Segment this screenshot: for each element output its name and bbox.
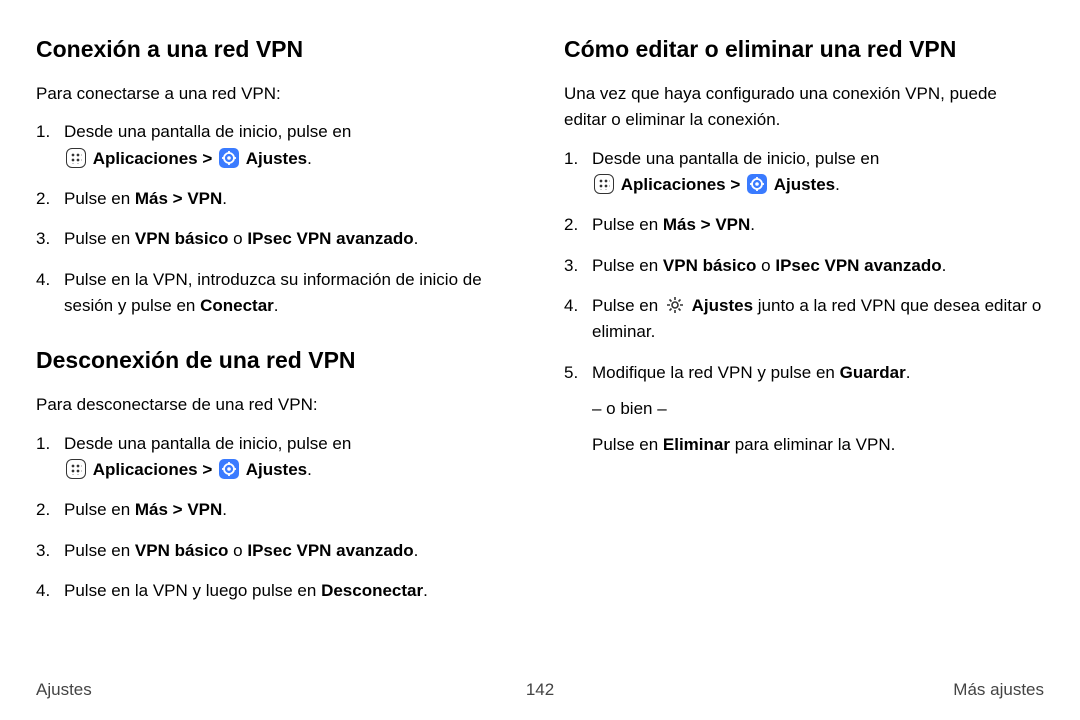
step-text: Pulse en — [64, 500, 135, 519]
steps-edit-delete-vpn: Desde una pantalla de inicio, pulse en A… — [564, 146, 1044, 459]
step-text: Desde una pantalla de inicio, pulse en — [592, 149, 879, 168]
step-text: Pulse en — [592, 435, 663, 454]
apps-icon — [66, 148, 86, 168]
step-3: Pulse en VPN básico o IPsec VPN avanzado… — [36, 226, 516, 252]
settings-label: Ajustes — [246, 460, 307, 479]
intro-connect-vpn: Para conectarse a una red VPN: — [36, 81, 516, 107]
step-1: Desde una pantalla de inicio, pulse en A… — [564, 146, 1044, 199]
separator: > — [198, 149, 217, 168]
step-1: Desde una pantalla de inicio, pulse en A… — [36, 119, 516, 172]
bold-text: Más > VPN — [135, 500, 222, 519]
step-1: Desde una pantalla de inicio, pulse en A… — [36, 431, 516, 484]
step-text: Pulse en la VPN y luego pulse en — [64, 581, 321, 600]
step-4: Pulse en Ajustes junto a la red VPN que … — [564, 293, 1044, 346]
step-text: o — [756, 256, 775, 275]
heading-connect-vpn: Conexión a una red VPN — [36, 36, 516, 63]
bold-text: Guardar — [840, 363, 906, 382]
heading-edit-delete-vpn: Cómo editar o eliminar una red VPN — [564, 36, 1044, 63]
left-column: Conexión a una red VPN Para conectarse a… — [36, 36, 516, 618]
apps-label: Aplicaciones — [93, 460, 198, 479]
apps-label: Aplicaciones — [93, 149, 198, 168]
period: . — [307, 149, 312, 168]
period: . — [906, 363, 911, 382]
step-text: Pulse en — [64, 541, 135, 560]
step-text: Desde una pantalla de inicio, pulse en — [64, 434, 351, 453]
settings-label: Ajustes — [246, 149, 307, 168]
step-text: Pulse en — [592, 256, 663, 275]
step-text: Pulse en — [64, 189, 135, 208]
bold-text: Más > VPN — [135, 189, 222, 208]
step-3: Pulse en VPN básico o IPsec VPN avanzado… — [564, 253, 1044, 279]
step-text: Desde una pantalla de inicio, pulse en — [64, 122, 351, 141]
step-2: Pulse en Más > VPN. — [36, 186, 516, 212]
settings-label: Ajustes — [774, 175, 835, 194]
step-2: Pulse en Más > VPN. — [564, 212, 1044, 238]
settings-icon — [219, 148, 239, 168]
intro-disconnect-vpn: Para desconectarse de una red VPN: — [36, 392, 516, 418]
bold-text: IPsec VPN avanzado — [247, 229, 413, 248]
step-3: Pulse en VPN básico o IPsec VPN avanzado… — [36, 538, 516, 564]
period: . — [942, 256, 947, 275]
bold-text: VPN básico — [135, 541, 229, 560]
apps-icon — [66, 459, 86, 479]
bold-text: Eliminar — [663, 435, 730, 454]
heading-disconnect-vpn: Desconexión de una red VPN — [36, 347, 516, 374]
page-number: 142 — [36, 680, 1044, 700]
period: . — [307, 460, 312, 479]
alt-instruction: Pulse en Eliminar para eliminar la VPN. — [592, 432, 1044, 458]
period: . — [750, 215, 755, 234]
step-text: o — [228, 541, 247, 560]
settings-icon — [747, 174, 767, 194]
period: . — [274, 296, 279, 315]
gear-icon — [665, 295, 685, 315]
step-5: Modifique la red VPN y pulse en Guardar.… — [564, 360, 1044, 459]
period: . — [222, 500, 227, 519]
step-2: Pulse en Más > VPN. — [36, 497, 516, 523]
period: . — [414, 229, 419, 248]
bold-text: VPN básico — [135, 229, 229, 248]
step-4: Pulse en la VPN, introduzca su informaci… — [36, 267, 516, 320]
step-text: o — [228, 229, 247, 248]
bold-text: IPsec VPN avanzado — [775, 256, 941, 275]
period: . — [414, 541, 419, 560]
step-text: para eliminar la VPN. — [730, 435, 895, 454]
steps-disconnect-vpn: Desde una pantalla de inicio, pulse en A… — [36, 431, 516, 605]
two-column-layout: Conexión a una red VPN Para conectarse a… — [36, 36, 1044, 618]
separator: > — [198, 460, 217, 479]
manual-page: Conexión a una red VPN Para conectarse a… — [0, 0, 1080, 720]
period: . — [222, 189, 227, 208]
settings-icon — [219, 459, 239, 479]
page-footer: Ajustes 142 Más ajustes — [36, 680, 1044, 700]
step-4: Pulse en la VPN y luego pulse en Descone… — [36, 578, 516, 604]
period: . — [423, 581, 428, 600]
period: . — [835, 175, 840, 194]
intro-edit-delete-vpn: Una vez que haya configurado una conexió… — [564, 81, 1044, 134]
separator: > — [726, 175, 745, 194]
bold-text: IPsec VPN avanzado — [247, 541, 413, 560]
or-divider: – o bien – — [592, 396, 1044, 422]
step-text: Pulse en — [64, 229, 135, 248]
bold-text: Conectar — [200, 296, 274, 315]
bold-text: Más > VPN — [663, 215, 750, 234]
steps-connect-vpn: Desde una pantalla de inicio, pulse en A… — [36, 119, 516, 319]
step-text: Modifique la red VPN y pulse en — [592, 363, 840, 382]
step-text: Pulse en — [592, 296, 663, 315]
bold-text: Desconectar — [321, 581, 423, 600]
apps-label: Aplicaciones — [621, 175, 726, 194]
right-column: Cómo editar o eliminar una red VPN Una v… — [564, 36, 1044, 618]
bold-text: VPN básico — [663, 256, 757, 275]
apps-icon — [594, 174, 614, 194]
bold-text: Ajustes — [692, 296, 753, 315]
step-text: Pulse en — [592, 215, 663, 234]
